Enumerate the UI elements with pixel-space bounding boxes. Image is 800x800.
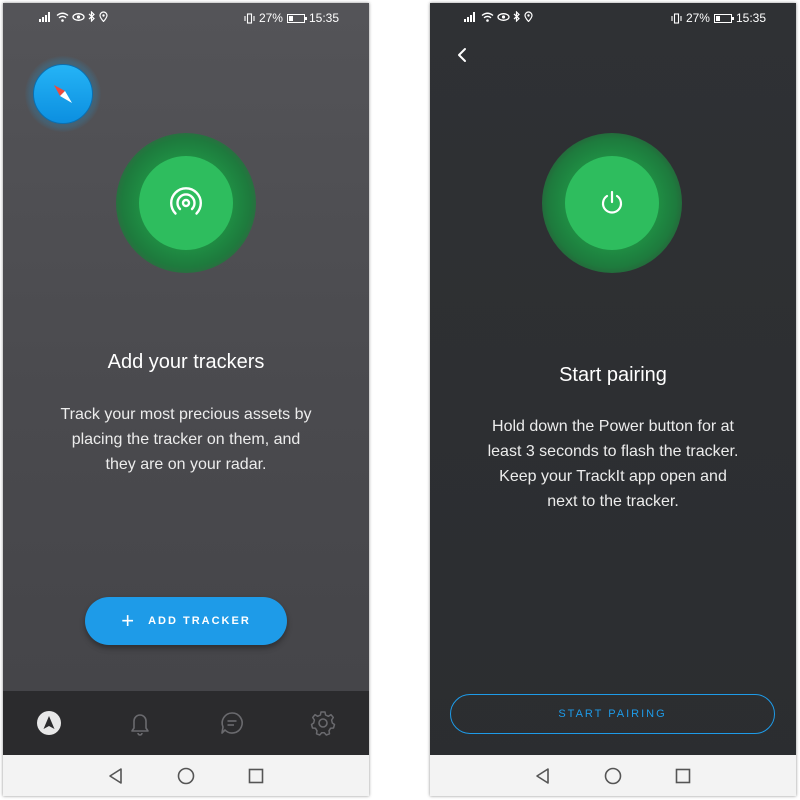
bottom-tab-bar (3, 691, 369, 755)
back-triangle-icon[interactable] (534, 767, 552, 785)
compass-icon (54, 85, 72, 103)
vibrate-icon (244, 12, 255, 24)
page-title: Add your trackers (107, 351, 265, 373)
signal-icon (39, 11, 50, 22)
navigation-arrow-icon (36, 711, 61, 735)
description-text: Track your most precious assets by placi… (3, 402, 369, 477)
start-pairing-screen: 27% 15:35 Start pairing Hold down the Po… (430, 3, 796, 796)
compass-button[interactable] (25, 56, 101, 132)
power-icon (601, 190, 623, 214)
eye-icon (72, 12, 85, 21)
page-title: Start pairing (559, 364, 667, 386)
location-icon (99, 11, 108, 22)
wifi-icon (481, 12, 494, 22)
chat-icon (220, 712, 243, 734)
status-bar: 27% 15:35 (430, 3, 796, 31)
tab-navigation[interactable] (29, 703, 69, 743)
bluetooth-icon (513, 11, 520, 22)
location-icon (524, 11, 533, 22)
tab-messages[interactable] (212, 703, 252, 743)
status-icons-right: 27% 15:35 (244, 11, 339, 25)
add-tracker-label: ADD TRACKER (148, 615, 251, 627)
tab-notifications[interactable] (120, 703, 160, 743)
tracker-circle (139, 156, 233, 250)
system-nav-bar (3, 755, 369, 796)
battery-icon (713, 13, 734, 23)
battery-icon (286, 13, 307, 23)
battery-percent: 27% (258, 11, 283, 25)
bluetooth-icon (88, 11, 95, 22)
recents-square-icon[interactable] (247, 767, 265, 785)
gear-icon (311, 711, 336, 736)
start-pairing-button[interactable]: START PAIRING (450, 694, 775, 734)
status-icons-right: 27% 15:35 (671, 11, 766, 25)
home-circle-icon[interactable] (177, 767, 195, 785)
description: Track your most precious assets by placi… (60, 406, 312, 473)
clock: 15:35 (735, 11, 766, 25)
wifi-icon (56, 12, 69, 22)
signal-icon (464, 11, 475, 22)
tab-settings[interactable] (303, 703, 343, 743)
back-triangle-icon[interactable] (107, 767, 125, 785)
description: Hold down the Power button for at least … (487, 418, 739, 510)
tracker-glow (116, 133, 256, 273)
plus-icon: + (121, 608, 135, 633)
power-glow (542, 133, 682, 273)
status-bar: 27% 15:35 (3, 3, 369, 31)
bell-icon (131, 714, 150, 736)
status-icons-left (39, 11, 108, 22)
recents-square-icon[interactable] (674, 767, 692, 785)
chevron-left-icon (458, 48, 466, 62)
power-circle (565, 156, 659, 250)
tracker-signal-icon (170, 187, 202, 215)
add-trackers-screen: 27% 15:35 Add your trackers Track your m… (3, 3, 369, 796)
battery-percent: 27% (685, 11, 710, 25)
add-tracker-button[interactable]: + ADD TRACKER (85, 597, 287, 645)
eye-icon (497, 12, 510, 21)
back-button[interactable] (452, 43, 472, 67)
status-icons-left (464, 11, 533, 22)
vibrate-icon (671, 12, 682, 24)
clock: 15:35 (308, 11, 339, 25)
compass-inner (33, 64, 93, 124)
home-circle-icon[interactable] (604, 767, 622, 785)
start-pairing-label: START PAIRING (558, 708, 667, 720)
description-text: Hold down the Power button for at least … (430, 414, 796, 514)
system-nav-bar (430, 755, 796, 796)
